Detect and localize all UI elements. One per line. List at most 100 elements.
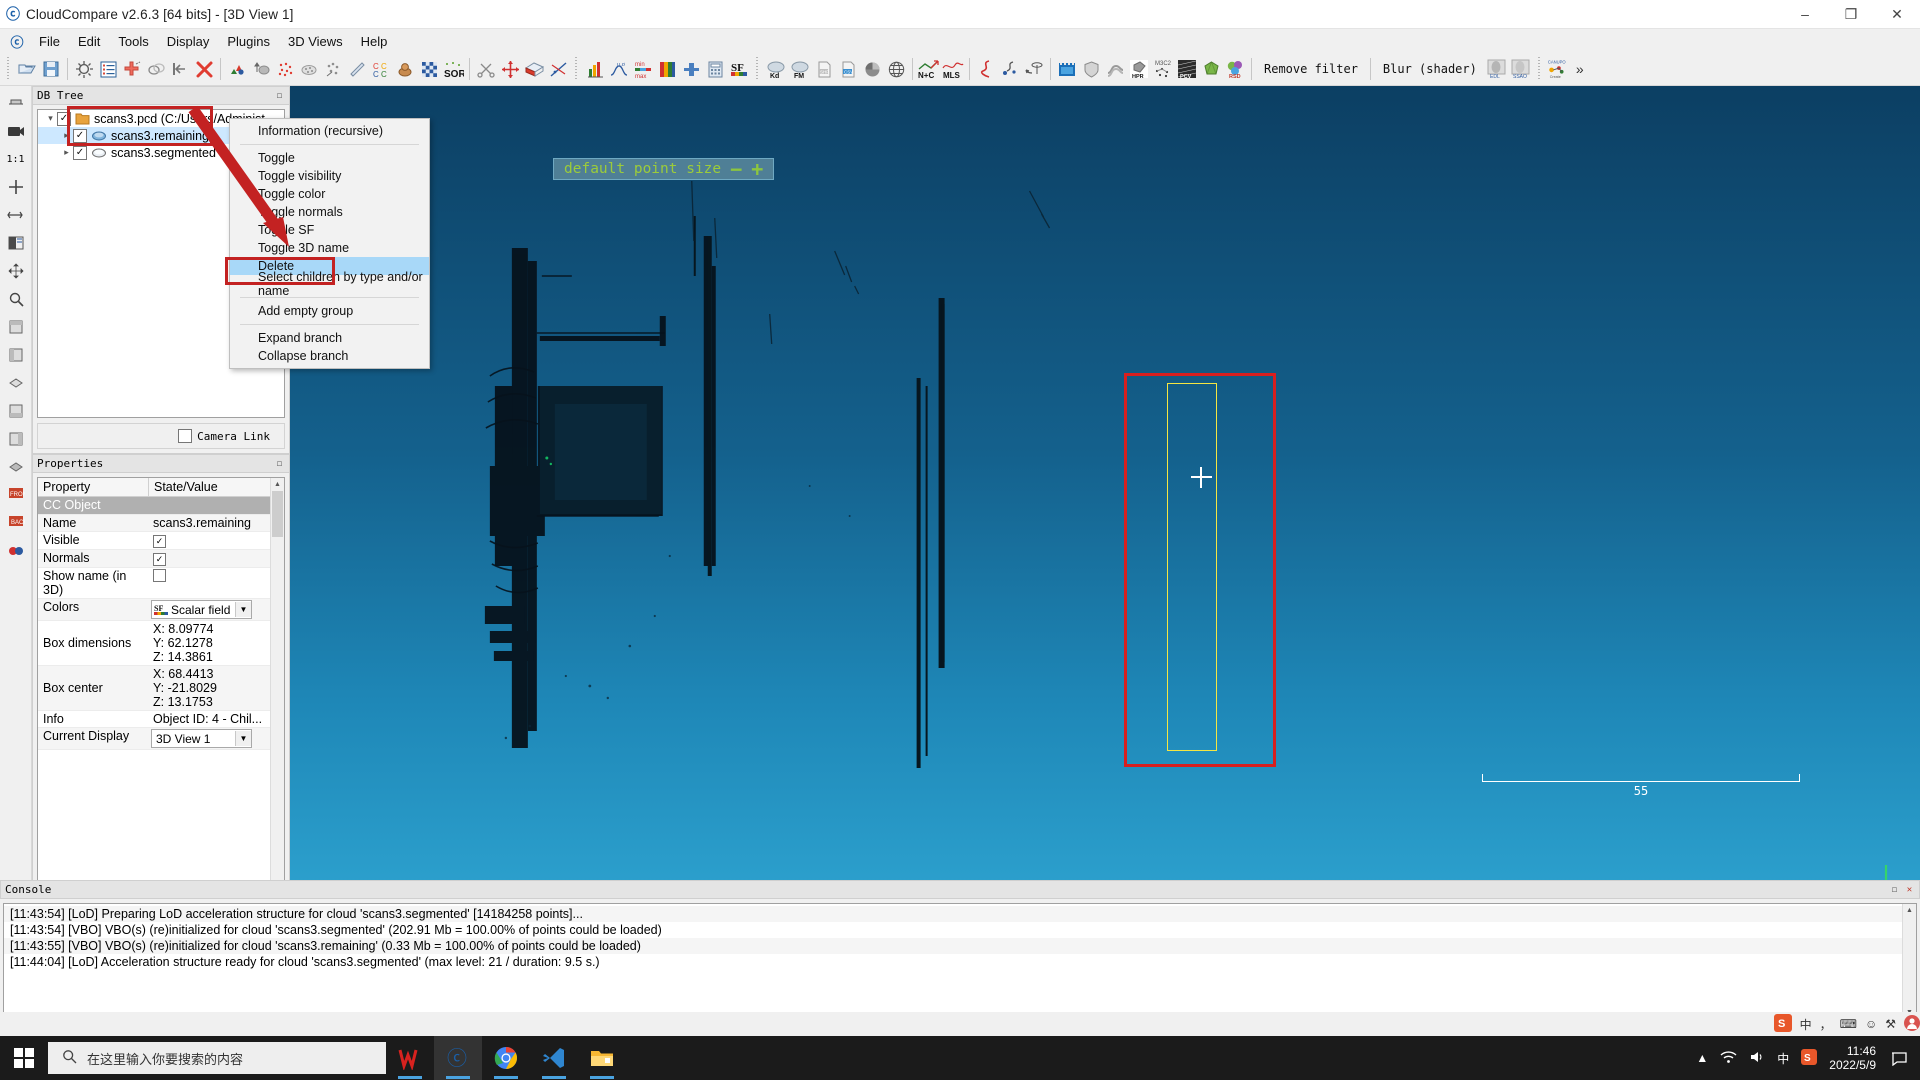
point-size-increase-button[interactable]: + — [751, 162, 763, 176]
sample-points-icon[interactable] — [273, 56, 297, 82]
close-icon[interactable]: ✕ — [1904, 884, 1915, 895]
taskbar-search-box[interactable]: 在这里输入你要搜索的内容 — [48, 1042, 386, 1074]
keyboard-icon[interactable]: ⌨ — [1840, 1017, 1857, 1031]
avatar-icon[interactable] — [1904, 1015, 1920, 1034]
shield-icon[interactable] — [1079, 56, 1103, 82]
undock-icon[interactable]: ☐ — [274, 90, 285, 101]
menu-file[interactable]: File — [30, 31, 69, 52]
ctx-toggle-3d-name[interactable]: Toggle 3D name — [230, 239, 429, 257]
ctx-toggle-visibility[interactable]: Toggle visibility — [230, 167, 429, 185]
menu-plugins[interactable]: Plugins — [218, 31, 279, 52]
pie-icon[interactable] — [860, 56, 884, 82]
camera-icon[interactable] — [3, 118, 29, 144]
toolbar-overflow-button[interactable]: » — [1570, 61, 1590, 77]
min-max-icon[interactable]: minmax — [631, 56, 655, 82]
minimize-button[interactable]: – — [1782, 0, 1828, 28]
move-icon[interactable] — [3, 258, 29, 284]
taskbar-app-chrome[interactable] — [482, 1036, 530, 1080]
light-icon[interactable] — [3, 230, 29, 256]
open-file-icon[interactable] — [15, 56, 39, 82]
ime-indicator-label[interactable]: 中 — [1777, 1050, 1789, 1067]
m3c2-icon[interactable]: M3C2 — [1151, 56, 1175, 82]
add-scalar-field-icon[interactable] — [679, 56, 703, 82]
curve-icon[interactable] — [974, 56, 998, 82]
ime-mode-label[interactable]: 中 — [1800, 1016, 1812, 1033]
chevron-down-icon[interactable]: ▾ — [44, 113, 57, 124]
rsd-icon[interactable]: RSD — [1223, 56, 1247, 82]
wave-icon[interactable] — [1103, 56, 1127, 82]
normals-checkbox[interactable]: ✓ — [153, 553, 166, 566]
3d-view-canvas[interactable]: default point size − + 55 — [290, 86, 1920, 905]
hpr-icon[interactable]: HPR — [1127, 56, 1151, 82]
menu-help[interactable]: Help — [352, 31, 397, 52]
wifi-icon[interactable] — [1720, 1050, 1737, 1067]
chevron-down-icon[interactable]: ▼ — [235, 731, 251, 746]
normals-icon[interactable] — [249, 56, 273, 82]
taskbar-app-wps[interactable] — [386, 1036, 434, 1080]
delete-icon[interactable] — [192, 56, 216, 82]
zoom-fit-icon[interactable] — [3, 174, 29, 200]
compute-icon[interactable] — [703, 56, 727, 82]
mls-icon[interactable]: MLS — [941, 56, 965, 82]
taskbar-app-file-explorer[interactable] — [578, 1036, 626, 1080]
tree-checkbox[interactable]: ✓ — [73, 129, 87, 143]
checkerboard-icon[interactable] — [417, 56, 441, 82]
iso-front-icon[interactable]: FRONT — [3, 482, 29, 508]
current-display-combobox[interactable]: 3D View 1 ▼ — [151, 729, 252, 748]
menu-edit[interactable]: Edit — [69, 31, 109, 52]
colors-icon[interactable] — [3, 538, 29, 564]
scroll-up-icon[interactable]: ▲ — [271, 478, 284, 491]
undock-icon[interactable]: ☐ — [1889, 884, 1900, 895]
globe-icon[interactable] — [884, 56, 908, 82]
registration-icon[interactable] — [393, 56, 417, 82]
canupo-icon[interactable]: CANUPOCreate — [1546, 56, 1570, 82]
sf-icon[interactable]: SF — [727, 56, 751, 82]
visible-checkbox[interactable]: ✓ — [153, 535, 166, 548]
csv-export-icon[interactable]: CSV — [836, 56, 860, 82]
taskbar-clock[interactable]: 11:46 2022/5/9 — [1829, 1044, 1876, 1072]
scrollbar-thumb[interactable] — [272, 491, 283, 537]
volume-icon[interactable] — [1749, 1050, 1765, 1067]
comma-icon[interactable]: ， — [1820, 1016, 1832, 1033]
pick-rotation-center-icon[interactable] — [3, 90, 29, 116]
notification-icon[interactable] — [1888, 1036, 1910, 1080]
ctx-add-empty-group[interactable]: Add empty group — [230, 302, 429, 320]
cloud-cloud-dist-icon[interactable]: CCCC — [369, 56, 393, 82]
save-icon[interactable] — [39, 56, 63, 82]
smiley-icon[interactable]: ☺ — [1865, 1017, 1877, 1031]
remove-filter-button[interactable]: Remove filter — [1256, 58, 1366, 80]
pivot-icon[interactable] — [3, 202, 29, 228]
iso-back-icon[interactable]: BACK — [3, 510, 29, 536]
n-plus-c-icon[interactable]: N+C — [917, 56, 941, 82]
front-view-icon[interactable] — [3, 314, 29, 340]
subsample-icon[interactable] — [297, 56, 321, 82]
console-output[interactable]: [11:43:54] [LoD] Preparing LoD accelerat… — [3, 903, 1917, 1020]
back-view-icon[interactable] — [3, 398, 29, 424]
ctx-collapse-branch[interactable]: Collapse branch — [230, 347, 429, 365]
taskbar-app-vscode[interactable] — [530, 1036, 578, 1080]
pcv-icon[interactable]: PCV — [1175, 56, 1199, 82]
toolbar-grip[interactable] — [1536, 57, 1543, 81]
ctx-toggle-sf[interactable]: Toggle SF — [230, 221, 429, 239]
camera-link-checkbox[interactable] — [178, 429, 192, 443]
ctx-select-children[interactable]: Select children by type and/or name — [230, 275, 429, 293]
kdtree-icon[interactable]: Kd — [764, 56, 788, 82]
top-view-icon[interactable] — [3, 370, 29, 396]
ctx-toggle-normals[interactable]: Toggle normals — [230, 203, 429, 221]
sogou-icon[interactable]: S — [1801, 1049, 1817, 1068]
toolbar-grip[interactable] — [573, 57, 580, 81]
taskbar-app-cloudcompare[interactable]: ⓒ — [434, 1036, 482, 1080]
left-view-icon[interactable] — [3, 342, 29, 368]
toolbox-icon[interactable]: ⚒ — [1885, 1017, 1896, 1031]
ratio-1-1-icon[interactable]: 1:1 — [3, 146, 29, 172]
fit-plane-icon[interactable] — [546, 56, 570, 82]
shp-export-icon[interactable]: SHP — [812, 56, 836, 82]
ctx-toggle[interactable]: Toggle — [230, 149, 429, 167]
add-point-icon[interactable] — [120, 56, 144, 82]
merge-icon[interactable] — [168, 56, 192, 82]
menu-3d-views[interactable]: 3D Views — [279, 31, 352, 52]
blur-shader-button[interactable]: Blur (shader) — [1375, 58, 1485, 80]
histogram-icon[interactable] — [583, 56, 607, 82]
maximize-button[interactable]: ❐ — [1828, 0, 1874, 28]
toolbar-grip[interactable] — [5, 57, 12, 81]
